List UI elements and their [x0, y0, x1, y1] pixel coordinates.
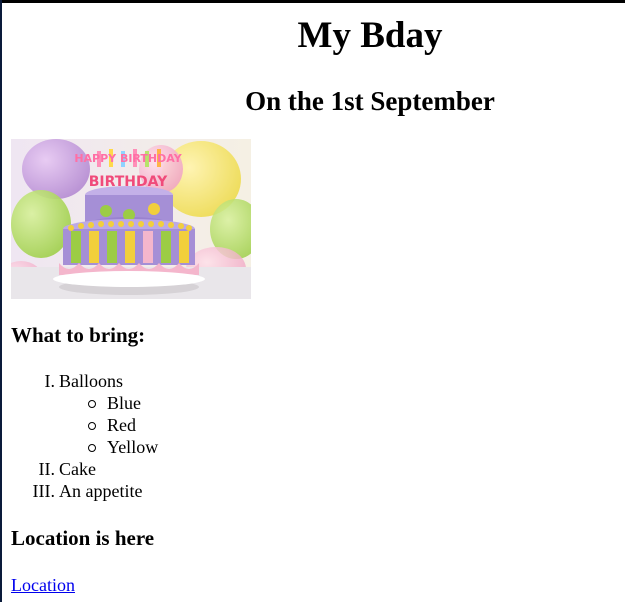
- location-link[interactable]: Location: [11, 574, 75, 596]
- list-item: Blue: [11, 392, 158, 414]
- list-item-numeral: I.: [44, 371, 56, 391]
- list-item: I. Balloons Blue Red Yellow: [11, 370, 159, 458]
- circle-bullet-icon: [88, 444, 96, 452]
- circle-bullet-icon: [88, 400, 96, 408]
- page-content: My Bday On the 1st September HAPPY BIRTH…: [11, 3, 619, 595]
- list-item: Red: [11, 414, 158, 436]
- bring-list: I. Balloons Blue Red Yellow II. Cake III…: [11, 370, 159, 502]
- bring-heading: What to bring:: [11, 323, 146, 347]
- list-item-label: Yellow: [107, 437, 159, 457]
- birthday-cake-image: HAPPY BIRTHDAY BIRTHDAY: [11, 139, 251, 299]
- page-title: My Bday: [297, 15, 443, 56]
- svg-text:HAPPY BIRTHDAY: HAPPY BIRTHDAY: [74, 152, 182, 165]
- balloon-colors-list: Blue Red Yellow: [11, 392, 158, 458]
- list-item: II. Cake: [11, 458, 158, 480]
- location-heading: Location is here: [11, 526, 155, 550]
- list-item: III. An appetite: [11, 480, 158, 502]
- list-item: Yellow: [11, 436, 158, 458]
- circle-bullet-icon: [88, 422, 96, 430]
- list-item-label: Cake: [59, 459, 96, 479]
- window-left-border: [0, 0, 2, 602]
- list-item-label: Balloons: [59, 371, 124, 391]
- list-item-numeral: III.: [32, 481, 55, 501]
- page-subtitle: On the 1st September: [245, 86, 495, 116]
- list-item-label: Blue: [107, 393, 141, 413]
- list-item-label: Red: [107, 415, 136, 435]
- list-item-numeral: II.: [38, 459, 56, 479]
- list-item-label: An appetite: [59, 481, 143, 501]
